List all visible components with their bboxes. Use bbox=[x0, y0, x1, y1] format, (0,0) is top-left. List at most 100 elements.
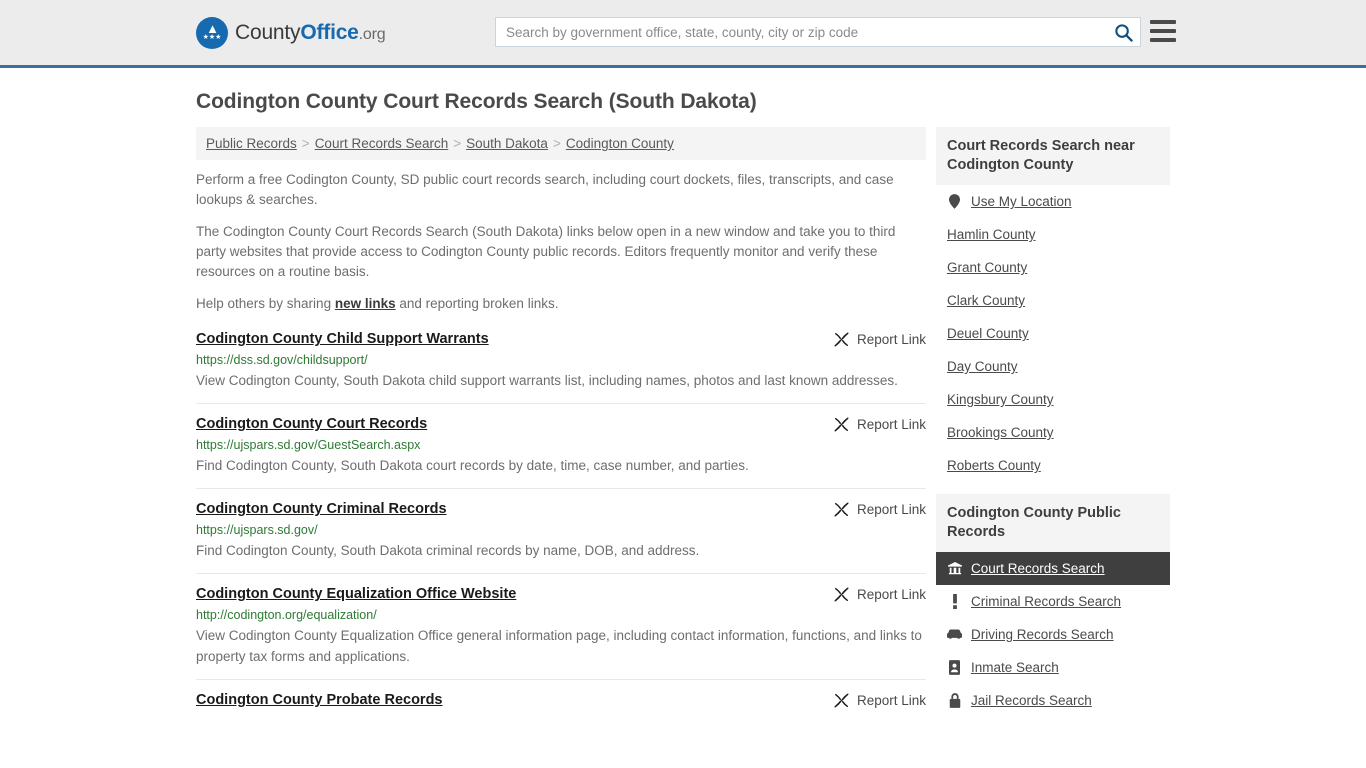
report-link-label: Report Link bbox=[856, 587, 926, 602]
breadcrumb-separator: > bbox=[301, 136, 310, 151]
map-pin-icon bbox=[947, 194, 962, 209]
nearby-item-6[interactable]: Kingsbury County bbox=[936, 383, 1170, 416]
nearby-item-7[interactable]: Brookings County bbox=[936, 416, 1170, 449]
result-title-link[interactable]: Codington County Court Records bbox=[196, 416, 427, 432]
nearby-item-2[interactable]: Grant County bbox=[936, 251, 1170, 284]
hamburger-menu-icon[interactable] bbox=[1150, 20, 1176, 42]
intro-paragraph-3: Help others by sharing new links and rep… bbox=[196, 294, 926, 314]
public-records-item-label[interactable]: Court Records Search bbox=[971, 561, 1105, 576]
report-link-label: Report Link bbox=[856, 693, 926, 708]
menu-bar-3 bbox=[1150, 38, 1176, 42]
exclamation-icon bbox=[947, 594, 962, 609]
broken-link-icon bbox=[834, 417, 849, 432]
result-header: Codington County Child Support Warrants R… bbox=[196, 331, 926, 348]
breadcrumb-item-0[interactable]: Public Records bbox=[206, 136, 297, 151]
nearby-item-label[interactable]: Deuel County bbox=[947, 326, 1029, 341]
result-title-link[interactable]: Codington County Equalization Office Web… bbox=[196, 586, 516, 602]
nearby-item-label[interactable]: Grant County bbox=[947, 260, 1027, 275]
search-bar[interactable] bbox=[495, 17, 1141, 47]
search-input[interactable] bbox=[496, 18, 1106, 46]
public-records-item-label[interactable]: Inmate Search bbox=[971, 660, 1059, 675]
report-link-button[interactable]: Report Link bbox=[819, 692, 926, 709]
result-title-link[interactable]: Codington County Probate Records bbox=[196, 692, 443, 708]
intro-p3-after: and reporting broken links. bbox=[395, 296, 559, 311]
brand-name-part2: Office bbox=[300, 20, 359, 44]
public-records-heading: Codington County Public Records bbox=[936, 494, 1170, 552]
breadcrumb-separator: > bbox=[552, 136, 561, 151]
brand-name-part1: County bbox=[235, 20, 301, 44]
result-header: Codington County Court Records Report Lin… bbox=[196, 416, 926, 433]
public-records-item-label[interactable]: Driving Records Search bbox=[971, 627, 1114, 642]
nearby-list: Use My Location Hamlin County Grant County… bbox=[936, 185, 1170, 482]
nearby-item-label[interactable]: Use My Location bbox=[971, 194, 1072, 209]
public-records-item-label[interactable]: Jail Records Search bbox=[971, 693, 1092, 708]
search-icon bbox=[1114, 23, 1133, 42]
broken-link-icon bbox=[834, 332, 849, 347]
nearby-item-label[interactable]: Roberts County bbox=[947, 458, 1041, 473]
public-records-list: Court Records Search Criminal Records Sea… bbox=[936, 552, 1170, 717]
nearby-item-5[interactable]: Day County bbox=[936, 350, 1170, 383]
nearby-item-4[interactable]: Deuel County bbox=[936, 317, 1170, 350]
content-row: Public Records > Court Records Search > Sout… bbox=[196, 127, 1170, 729]
result-title-link[interactable]: Codington County Criminal Records bbox=[196, 501, 447, 517]
result-description: Find Codington County, South Dakota cour… bbox=[196, 458, 749, 473]
nearby-heading: Court Records Search near Codington Coun… bbox=[936, 127, 1170, 185]
report-link-button[interactable]: Report Link bbox=[819, 331, 926, 348]
intro-p3-before: Help others by sharing bbox=[196, 296, 335, 311]
report-link-button[interactable]: Report Link bbox=[819, 586, 926, 603]
result-item: Codington County Probate Records Report L… bbox=[196, 679, 926, 721]
nearby-item-label[interactable]: Clark County bbox=[947, 293, 1025, 308]
public-records-card: Codington County Public Records Court Re… bbox=[936, 494, 1170, 717]
result-url: https://ujspars.sd.gov/GuestSearch.aspx bbox=[196, 438, 421, 452]
breadcrumb-item-2[interactable]: South Dakota bbox=[466, 136, 548, 151]
breadcrumb: Public Records > Court Records Search > Sout… bbox=[196, 127, 926, 160]
result-header: Codington County Probate Records Report L… bbox=[196, 692, 926, 709]
broken-link-icon bbox=[834, 693, 849, 708]
public-records-item-4[interactable]: Jail Records Search bbox=[936, 684, 1170, 717]
result-item: Codington County Court Records Report Lin… bbox=[196, 403, 926, 488]
nearby-item-1[interactable]: Hamlin County bbox=[936, 218, 1170, 251]
site-logo[interactable]: ▲ ★★★ CountyOffice.org bbox=[196, 16, 386, 49]
report-link-button[interactable]: Report Link bbox=[819, 501, 926, 518]
public-records-item-3[interactable]: Inmate Search bbox=[936, 651, 1170, 684]
nearby-item-0[interactable]: Use My Location bbox=[936, 185, 1170, 218]
result-title-link[interactable]: Codington County Child Support Warrants bbox=[196, 331, 489, 347]
nearby-item-8[interactable]: Roberts County bbox=[936, 449, 1170, 482]
intro-paragraph-2: The Codington County Court Records Searc… bbox=[196, 224, 896, 279]
result-header: Codington County Equalization Office Web… bbox=[196, 586, 926, 603]
nearby-item-label[interactable]: Hamlin County bbox=[947, 227, 1036, 242]
public-records-item-label[interactable]: Criminal Records Search bbox=[971, 594, 1121, 609]
new-links-link[interactable]: new links bbox=[335, 296, 396, 311]
courthouse-icon bbox=[947, 561, 962, 576]
page-title: Codington County Court Records Search (S… bbox=[196, 90, 757, 113]
nearby-item-label[interactable]: Day County bbox=[947, 359, 1018, 374]
broken-link-icon bbox=[834, 502, 849, 517]
breadcrumb-item-1[interactable]: Court Records Search bbox=[315, 136, 449, 151]
main-column: Public Records > Court Records Search > Sout… bbox=[196, 127, 926, 721]
result-description: Find Codington County, South Dakota crim… bbox=[196, 543, 700, 558]
result-url: http://codington.org/equalization/ bbox=[196, 608, 377, 622]
menu-bar-2 bbox=[1150, 29, 1176, 33]
result-header: Codington County Criminal Records Report … bbox=[196, 501, 926, 518]
result-item: Codington County Criminal Records Report … bbox=[196, 488, 926, 573]
breadcrumb-item-3[interactable]: Codington County bbox=[566, 136, 674, 151]
nearby-item-label[interactable]: Kingsbury County bbox=[947, 392, 1054, 407]
result-url: https://dss.sd.gov/childsupport/ bbox=[196, 353, 368, 367]
search-button[interactable] bbox=[1106, 18, 1140, 46]
report-link-button[interactable]: Report Link bbox=[819, 416, 926, 433]
results-list: Codington County Child Support Warrants R… bbox=[196, 327, 926, 721]
site-header: ▲ ★★★ CountyOffice.org bbox=[0, 0, 1366, 68]
page-container: Codington County Court Records Search (S… bbox=[0, 90, 1366, 729]
nearby-item-label[interactable]: Brookings County bbox=[947, 425, 1054, 440]
public-records-item-0[interactable]: Court Records Search bbox=[936, 552, 1170, 585]
public-records-item-1[interactable]: Criminal Records Search bbox=[936, 585, 1170, 618]
public-records-item-2[interactable]: Driving Records Search bbox=[936, 618, 1170, 651]
lock-icon bbox=[947, 693, 962, 708]
result-item: Codington County Child Support Warrants R… bbox=[196, 327, 926, 403]
brand-wordmark: CountyOffice.org bbox=[235, 20, 386, 45]
eagle-seal-icon: ▲ ★★★ bbox=[196, 16, 228, 49]
report-link-label: Report Link bbox=[856, 502, 926, 517]
breadcrumb-separator: > bbox=[453, 136, 462, 151]
result-item: Codington County Equalization Office Web… bbox=[196, 573, 926, 679]
nearby-item-3[interactable]: Clark County bbox=[936, 284, 1170, 317]
